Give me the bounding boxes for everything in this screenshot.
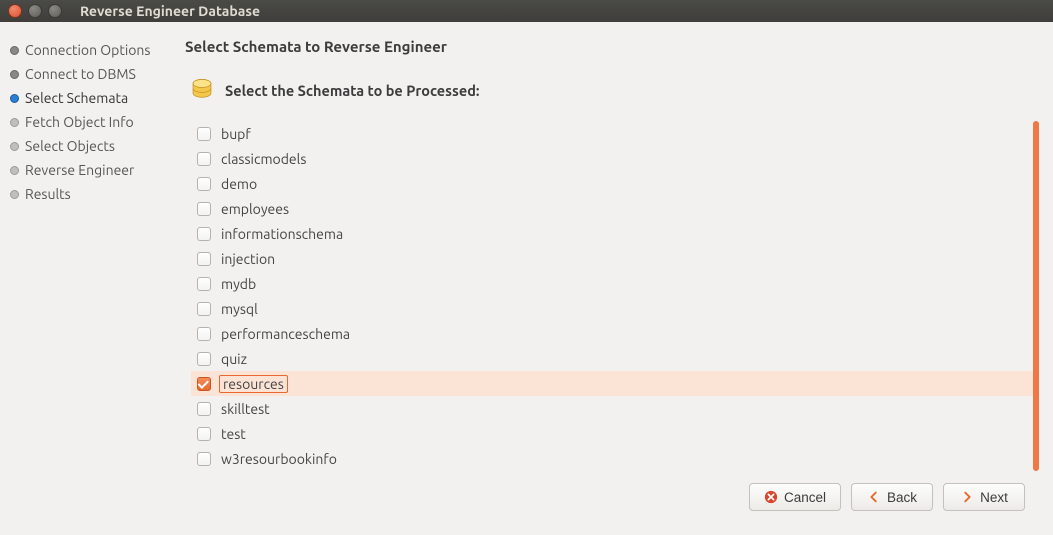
schema-label: w3resourbookinfo <box>219 451 339 467</box>
step-label: Select Schemata <box>25 90 128 106</box>
window-title: Reverse Engineer Database <box>80 3 260 19</box>
schema-row[interactable]: informationschema <box>191 221 1033 246</box>
schema-label: mysql <box>219 301 260 317</box>
wizard-step: Reverse Engineer <box>10 158 165 182</box>
schema-checkbox[interactable] <box>197 427 211 441</box>
schema-row[interactable]: bupf <box>191 121 1033 146</box>
schema-label: injection <box>219 251 277 267</box>
schema-row[interactable]: injection <box>191 246 1033 271</box>
schema-row[interactable]: mysql <box>191 296 1033 321</box>
schema-row[interactable]: test <box>191 421 1033 446</box>
schema-checkbox[interactable] <box>197 277 211 291</box>
step-dot-icon <box>10 142 19 151</box>
schema-label: employees <box>219 201 291 217</box>
step-dot-icon <box>10 70 19 79</box>
schema-row[interactable]: skilltest <box>191 396 1033 421</box>
schema-label: performanceschema <box>219 326 352 342</box>
schema-row[interactable]: quiz <box>191 346 1033 371</box>
schema-label: resources <box>219 375 288 393</box>
schema-row[interactable]: performanceschema <box>191 321 1033 346</box>
minimize-icon[interactable] <box>28 4 42 18</box>
schema-checkbox[interactable] <box>197 452 211 466</box>
schema-label: quiz <box>219 351 249 367</box>
chevron-left-icon <box>867 490 881 504</box>
step-label: Reverse Engineer <box>25 162 134 178</box>
step-label: Connection Options <box>25 42 151 58</box>
cancel-button[interactable]: Cancel <box>749 483 841 511</box>
schema-label: bupf <box>219 126 253 142</box>
schema-checkbox[interactable] <box>197 352 211 366</box>
schema-row[interactable]: demo <box>191 171 1033 196</box>
schema-row[interactable]: classicmodels <box>191 146 1033 171</box>
cancel-icon <box>764 490 778 504</box>
step-label: Connect to DBMS <box>25 66 136 82</box>
wizard-step: Fetch Object Info <box>10 110 165 134</box>
schema-checkbox[interactable] <box>197 152 211 166</box>
schemata-list: bupf classicmodels demo employees informatio… <box>191 121 1041 471</box>
step-label: Results <box>25 186 71 202</box>
schema-checkbox[interactable] <box>197 227 211 241</box>
wizard-step: Results <box>10 182 165 206</box>
back-button[interactable]: Back <box>851 483 933 511</box>
step-label: Fetch Object Info <box>25 114 134 130</box>
schema-checkbox[interactable] <box>197 127 211 141</box>
schema-label: mydb <box>219 276 258 292</box>
schema-label: skilltest <box>219 401 272 417</box>
wizard-steps: Connection Options Connect to DBMS Select … <box>0 22 175 535</box>
schema-label: classicmodels <box>219 151 308 167</box>
schema-checkbox[interactable] <box>197 252 211 266</box>
step-dot-icon <box>10 166 19 175</box>
schema-label: test <box>219 426 248 442</box>
cancel-label: Cancel <box>784 490 826 505</box>
titlebar: Reverse Engineer Database <box>0 0 1053 22</box>
schema-row[interactable]: w3resourbookinfo <box>191 446 1033 471</box>
step-dot-icon <box>10 46 19 55</box>
schema-checkbox[interactable] <box>197 302 211 316</box>
schema-label: demo <box>219 176 259 192</box>
schema-row[interactable]: resources <box>191 371 1033 396</box>
step-dot-icon <box>10 190 19 199</box>
step-dot-icon <box>10 118 19 127</box>
step-dot-icon <box>10 94 19 103</box>
wizard-step: Select Schemata <box>10 86 165 110</box>
page-title: Select Schemata to Reverse Engineer <box>185 38 1039 55</box>
scrollbar[interactable] <box>1033 121 1039 471</box>
dialog-buttons: Cancel Back Next <box>185 471 1039 525</box>
next-button[interactable]: Next <box>943 483 1025 511</box>
database-icon <box>189 77 215 103</box>
schema-row[interactable]: mydb <box>191 271 1033 296</box>
section-subheading: Select the Schemata to be Processed: <box>225 82 479 99</box>
chevron-right-icon <box>960 490 974 504</box>
schema-checkbox[interactable] <box>197 177 211 191</box>
schema-checkbox[interactable] <box>197 377 211 391</box>
wizard-step: Connection Options <box>10 38 165 62</box>
schema-row[interactable]: employees <box>191 196 1033 221</box>
wizard-step: Select Objects <box>10 134 165 158</box>
maximize-icon[interactable] <box>48 4 62 18</box>
schema-label: informationschema <box>219 226 345 242</box>
step-label: Select Objects <box>25 138 115 154</box>
wizard-step: Connect to DBMS <box>10 62 165 86</box>
schema-checkbox[interactable] <box>197 327 211 341</box>
schema-checkbox[interactable] <box>197 202 211 216</box>
close-icon[interactable] <box>8 4 22 18</box>
next-label: Next <box>980 490 1008 505</box>
schema-checkbox[interactable] <box>197 402 211 416</box>
back-label: Back <box>887 490 917 505</box>
